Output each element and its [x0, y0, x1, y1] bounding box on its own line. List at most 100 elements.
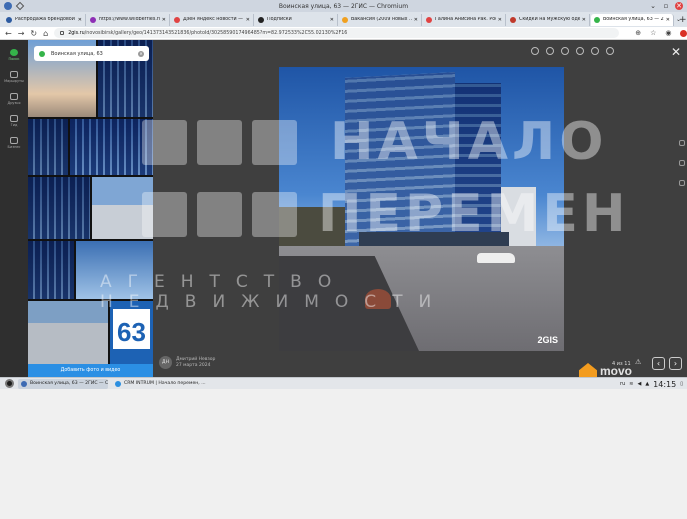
forward-button[interactable]: → — [18, 29, 25, 38]
empty-area — [0, 389, 687, 519]
bus-icon[interactable] — [561, 47, 569, 55]
zoom-in-icon[interactable] — [679, 160, 685, 166]
home-icon[interactable]: ⌂ — [43, 29, 48, 38]
tab-favicon-icon — [90, 16, 96, 23]
tab-favicon-icon — [174, 16, 180, 23]
browser-tab[interactable]: Дзен яндекс новости — Я...✕ — [171, 13, 254, 26]
tab-favicon-icon — [594, 16, 600, 23]
gallery-thumb[interactable] — [28, 241, 74, 299]
translate-icon[interactable]: ⊕ — [635, 29, 641, 37]
keyboard-layout[interactable]: ru — [620, 381, 625, 387]
rail-item[interactable]: Поиск — [0, 44, 28, 66]
tab-close-icon[interactable]: ✕ — [498, 17, 502, 23]
window-title: Воинская улица, 63 — 2ГИС — Chromium — [278, 2, 409, 10]
tab-close-icon[interactable]: ✕ — [78, 17, 82, 23]
minimize-button[interactable]: ⌄ — [649, 2, 657, 10]
tab-label: Воинская улица, 63 — 2ГИ... — [603, 17, 664, 22]
taskbar-app[interactable]: CRM INTRUM | Начало перемен, ... — [112, 379, 212, 389]
watermark-squares-top — [142, 120, 307, 165]
bookmark-star-icon[interactable]: ☆ — [650, 29, 656, 37]
browser-tab[interactable]: Воинская улица, 63 — 2ГИ...✕ — [591, 13, 674, 26]
rail-label: Друзья — [7, 101, 21, 105]
svg-text:63: 63 — [117, 317, 146, 347]
photo-date: 27 марта 2024 — [176, 362, 211, 368]
browser-tab[interactable]: Распродажа брендовой ... ✕ — [3, 13, 86, 26]
app-icon — [21, 380, 27, 387]
reload-button[interactable]: ↻ — [30, 29, 37, 38]
viewer-toolbar — [531, 47, 614, 55]
locate-icon[interactable] — [591, 47, 599, 55]
grid-icon[interactable] — [576, 47, 584, 55]
zoom-out-icon[interactable] — [679, 180, 685, 186]
add-photos-button[interactable]: Добавить фото и видео — [28, 364, 153, 377]
search-icon — [10, 49, 18, 56]
window-titlebar: Воинская улица, 63 — 2ГИС — Chromium ⌄ ▫… — [0, 0, 687, 12]
browser-tab[interactable]: Скидки на мужскую одеж...✕ — [507, 13, 590, 26]
author-avatar[interactable]: ДН — [159, 356, 172, 369]
report-icon[interactable]: ⚠ — [635, 358, 641, 366]
profile-icon[interactable]: ◉ — [665, 29, 671, 37]
start-menu-icon[interactable] — [5, 379, 14, 388]
info-icon[interactable] — [531, 47, 539, 55]
tab-close-icon[interactable]: ✕ — [582, 17, 586, 23]
logo-text: movo — [600, 364, 633, 378]
address-search-box[interactable]: Воинская улица, 63 ✕ — [34, 46, 149, 61]
lock-icon[interactable] — [60, 31, 65, 35]
tab-favicon-icon — [342, 16, 348, 23]
url-bar[interactable]: 2gis.ru /novosibirsk/gallery/geo/1413731… — [54, 28, 620, 38]
friends-icon — [10, 93, 18, 100]
tab-favicon-icon — [510, 16, 516, 23]
network-icon[interactable]: ≋ — [629, 381, 633, 387]
business-icon — [10, 137, 18, 144]
prev-photo-button[interactable]: ‹ — [652, 357, 665, 370]
tab-close-icon[interactable]: ✕ — [162, 17, 166, 23]
tab-search-icon[interactable]: ⌄ — [676, 16, 681, 23]
maximize-button[interactable]: ▫ — [662, 2, 670, 10]
rail-label: Гид — [10, 123, 18, 127]
tab-close-icon[interactable]: ✕ — [330, 17, 334, 23]
browser-tab[interactable]: Галина Анисина Рак. Рос... ✕ — [423, 13, 506, 26]
layers-icon[interactable] — [546, 47, 554, 55]
browser-tab[interactable]: Вакансия (2009 новых ... ✕ — [339, 13, 422, 26]
tab-close-icon[interactable]: ✕ — [414, 17, 418, 23]
tab-strip: Распродажа брендовой ... ✕ https://www.wil… — [0, 12, 687, 27]
rail-label: Поиск — [8, 57, 20, 61]
next-photo-button[interactable]: › — [669, 357, 682, 370]
address-toolbar: ← → ↻ ⌂ 2gis.ru /novosibirsk/gallery/geo… — [0, 27, 687, 40]
watermark-word-bottom: ПЕРЕМЕН — [318, 184, 630, 244]
volume-icon[interactable]: ◀ — [637, 381, 641, 387]
gallery-thumb[interactable] — [28, 177, 90, 239]
rail-item[interactable]: Гид — [0, 110, 28, 132]
tab-label: Скидки на мужскую одеж... — [519, 17, 580, 22]
rail-item[interactable]: Бизнес — [0, 132, 28, 154]
tab-favicon-icon — [6, 16, 12, 23]
gallery-thumb[interactable] — [28, 301, 108, 364]
rail-item[interactable]: Маршруты — [0, 66, 28, 88]
add-icon[interactable] — [606, 47, 614, 55]
gallery-thumb[interactable] — [28, 119, 68, 175]
tab-label: Вакансия (2009 новых ... — [351, 17, 412, 22]
back-button[interactable]: ← — [5, 29, 12, 38]
tab-close-icon[interactable]: ✕ — [246, 17, 250, 23]
close-viewer-button[interactable]: ✕ — [671, 45, 681, 59]
gallery-thumb[interactable] — [70, 119, 153, 175]
watermark-squares-bottom — [142, 192, 307, 237]
browser-tab[interactable]: Подписки ✕ — [255, 13, 338, 26]
clock[interactable]: 14:15 — [653, 380, 676, 389]
show-desktop-icon[interactable]: ▯ — [680, 381, 683, 387]
compass-icon[interactable] — [679, 140, 685, 146]
extension-icon[interactable] — [680, 29, 687, 37]
car — [477, 253, 515, 263]
url-host: 2gis.ru — [68, 30, 85, 36]
taskbar-app[interactable]: Воинская улица, 63 — 2ГИС — Chr... — [18, 378, 108, 389]
tab-close-icon[interactable]: ✕ — [666, 17, 670, 23]
close-window-button[interactable]: ✕ — [675, 2, 683, 10]
author-name[interactable]: Дмитрий Невзор — [176, 357, 215, 363]
browser-tab[interactable]: https://www.wildberries.ru ✕ — [87, 13, 170, 26]
clear-search-icon[interactable]: ✕ — [138, 50, 144, 57]
power-icon[interactable]: ▲ — [645, 381, 649, 387]
photo-gallery-panel: Воинская улица, 63 ✕ 63 Добавить фото и … — [28, 40, 153, 377]
rail-item[interactable]: Друзья — [0, 88, 28, 110]
url-path: /novosibirsk/gallery/geo/141373143521836… — [84, 30, 348, 36]
routes-icon — [10, 71, 18, 78]
